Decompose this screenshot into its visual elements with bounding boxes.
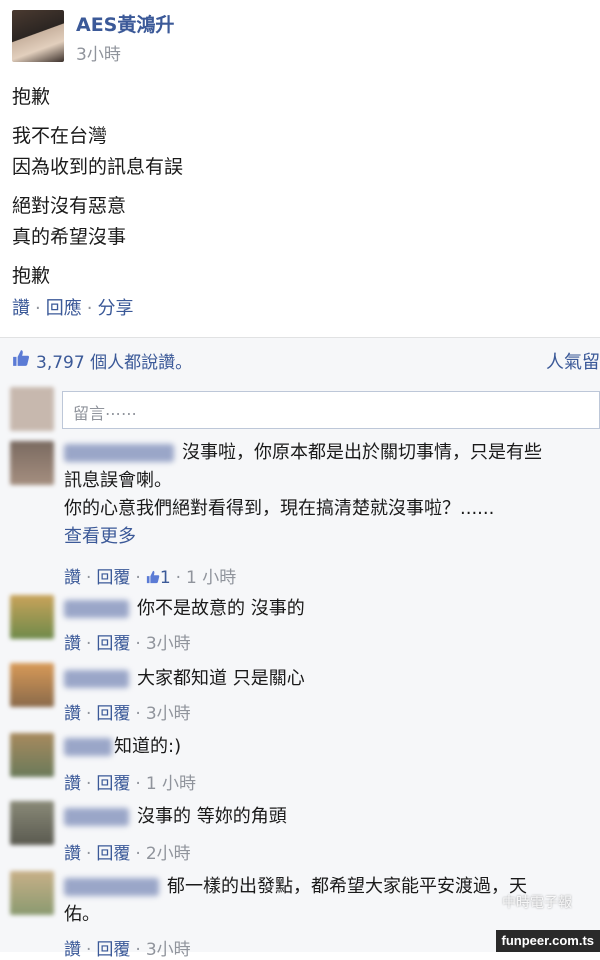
- comments-section: 留言⋯⋯ 沒事啦，你原本都是出於關切事情，只是有些 訊息誤會喇。 你的心意我們絕…: [0, 381, 600, 960]
- comment-timestamp[interactable]: 3小時: [146, 704, 191, 724]
- commenter-name[interactable]: [64, 670, 129, 688]
- comment-reply-link[interactable]: 回覆: [96, 568, 130, 588]
- comment-link[interactable]: 回應: [46, 298, 82, 319]
- commenter-avatar[interactable]: [10, 871, 54, 915]
- comment-timestamp[interactable]: 2小時: [146, 844, 191, 864]
- commenter-name[interactable]: [64, 878, 159, 896]
- see-more-link[interactable]: 查看更多: [64, 526, 136, 547]
- comment-timestamp[interactable]: 3小時: [146, 634, 191, 654]
- commenter-avatar[interactable]: [10, 801, 54, 845]
- comment-body: 大家都知道 只是關心: [64, 665, 594, 693]
- commenter-avatar[interactable]: [10, 441, 54, 485]
- comment-actions: 讚 · 回覆 · 3小時: [64, 634, 191, 654]
- commenter-name[interactable]: [64, 738, 112, 756]
- comment-actions: 讚 · 回覆 · 3小時: [64, 940, 191, 960]
- comment-like-link[interactable]: 讚: [64, 940, 81, 960]
- comment-actions: 讚 · 回覆 · 1 小時: [64, 774, 197, 794]
- like-link[interactable]: 讚: [12, 298, 30, 319]
- funpeer-watermark: funpeer.com.ts: [495, 930, 600, 952]
- comment-timestamp[interactable]: 3小時: [146, 940, 191, 960]
- commenter-avatar[interactable]: [10, 595, 54, 639]
- comment-like-link[interactable]: 讚: [64, 844, 81, 864]
- popular-comments-link[interactable]: 人氣留: [546, 348, 600, 374]
- comment-actions: 讚 · 回覆 · 3小時: [64, 704, 191, 724]
- thumbs-up-icon: [13, 350, 30, 366]
- post-line: 抱歉: [12, 265, 51, 287]
- comment-like-count[interactable]: 1: [160, 568, 171, 588]
- comment-input[interactable]: 留言⋯⋯: [62, 391, 600, 429]
- comment-body: 你不是故意的 沒事的: [64, 595, 594, 623]
- likes-count-text[interactable]: 3,797 個人都說讚。: [36, 348, 192, 373]
- commenter-avatar[interactable]: [10, 733, 54, 777]
- commenter-name[interactable]: [64, 444, 174, 462]
- comment-timestamp[interactable]: 1 小時: [146, 774, 196, 794]
- post-line: 絕對沒有惡意: [12, 195, 127, 217]
- chinatimes-watermark: 中時電子報: [502, 895, 572, 911]
- post-timestamp[interactable]: 3小時: [76, 40, 121, 65]
- author-name[interactable]: AES黃鴻升: [76, 10, 174, 37]
- commenter-avatar[interactable]: [10, 663, 54, 707]
- author-avatar[interactable]: [12, 10, 64, 62]
- commenter-name[interactable]: [64, 600, 129, 618]
- commenter-name[interactable]: [64, 808, 129, 826]
- comment-actions: 讚 · 回覆 · 1 · 1 小時: [64, 568, 237, 588]
- comment-reply-link[interactable]: 回覆: [96, 704, 130, 724]
- comment-body: 沒事啦，你原本都是出於關切事情，只是有些 訊息誤會喇。 你的心意我們絕對看得到，…: [64, 442, 542, 547]
- comment-like-link[interactable]: 讚: [64, 634, 81, 654]
- share-link[interactable]: 分享: [97, 298, 133, 319]
- comment-body: 沒事的 等妳的角頭: [64, 803, 594, 831]
- comment-body: 知道的:): [64, 733, 594, 761]
- post-line: 真的希望沒事: [12, 226, 127, 248]
- post-line: 抱歉: [12, 86, 51, 108]
- comment-reply-link[interactable]: 回覆: [96, 774, 130, 794]
- likes-bar: 3,797 個人都說讚。 人氣留: [0, 337, 600, 382]
- thumbs-up-icon: [146, 570, 160, 584]
- comment-like-link[interactable]: 讚: [64, 704, 81, 724]
- comment-reply-link[interactable]: 回覆: [96, 844, 130, 864]
- current-user-avatar: [10, 387, 54, 431]
- comment-reply-link[interactable]: 回覆: [96, 940, 130, 960]
- post-line: 我不在台灣: [12, 125, 108, 147]
- comment-reply-link[interactable]: 回覆: [96, 634, 130, 654]
- post-line: 因為收到的訊息有誤: [12, 156, 184, 178]
- comment-like-link[interactable]: 讚: [64, 568, 81, 588]
- comment-like-link[interactable]: 讚: [64, 774, 81, 794]
- post-body: 抱歉 我不在台灣 因為收到的訊息有誤 絕對沒有惡意 真的希望沒事 抱歉: [12, 82, 183, 292]
- comment-timestamp[interactable]: 1 小時: [186, 568, 236, 588]
- comment-actions: 讚 · 回覆 · 2小時: [64, 844, 191, 864]
- post-actions: 讚 · 回應 · 分享: [12, 298, 134, 319]
